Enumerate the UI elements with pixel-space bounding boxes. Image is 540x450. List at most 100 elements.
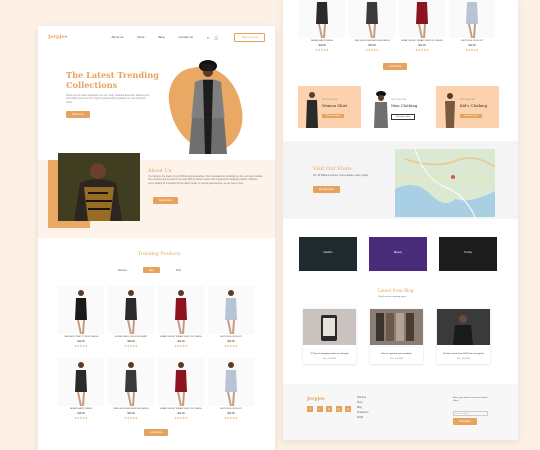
nav-link-blog[interactable]: Blog [159,35,165,39]
category-women-button[interactable]: Discover more [322,114,345,118]
blog-card[interactable]: Fashion trends from 2020 that are popula… [437,309,490,364]
landing-page-right: DENIM SHIRT DRESS $18.99 ★★★★★ ONE SHOULDER… [283,0,518,440]
about-text: Your fashion, the dream of our clothing … [148,176,264,185]
product-name: ONE SHOULDER MINI SEQUENCE [113,408,149,410]
category-kids-button[interactable]: Discover more [460,114,483,118]
about-read-more-button[interactable]: Read more [153,197,178,204]
product-rating: ★★★★★ [124,415,138,420]
video-beauty[interactable]: Beauty [369,237,427,271]
right-load-more-button[interactable]: Load More [383,63,408,70]
store-map[interactable] [395,149,495,217]
product-name: DENIM SHIRT DRESS [69,408,93,410]
video-fashion-label: Fashion [323,251,333,254]
search-icon[interactable]: ⌕ [207,35,209,40]
product-card[interactable]: ONE SHOULDER MINI SEQUENCE $25.99 ★★★★★ [349,0,395,52]
product-card[interactable]: LAYTON SLOUCH FIT $22.99 ★★★★★ [208,286,254,348]
product-price: $22.99 [227,339,235,343]
product-price: $24.99 [177,339,185,343]
footer-link-store[interactable]: Store [357,402,368,404]
category-banners: UP TO 50% OFF Women Shirt Discover more … [298,86,499,128]
category-men[interactable]: UP TO 50% OFF Men Clothing Discover more [367,86,430,128]
twitter-icon[interactable]: t [316,406,323,412]
footer-link-blog[interactable]: Blog [357,407,368,409]
footer-logo[interactable]: Jerpjes [307,397,325,402]
blog-card[interactable]: How to organize your wardrobe Dec. 10,20… [370,309,423,364]
blog-title: Latest from Blog [378,288,414,293]
product-card[interactable]: ONE NECK PRETTY NICE DRESS $19.99 ★★★★★ [58,286,104,348]
product-rating: ★★★★★ [74,343,88,348]
product-card[interactable]: WRAP VELVET WRAPOVER VOL DRESS $24.99 ★★★★… [158,286,204,348]
facebook-icon[interactable]: f [307,406,313,412]
blog-post-date: Dec. 10,2020 [322,358,336,360]
hero-title: The Latest Trending Collections [66,70,159,90]
product-card[interactable]: WRAP VELVET WRAPOVER VOL DRESS $24.99 ★★★★… [158,358,204,420]
video-fashion[interactable]: Fashion [299,237,357,271]
hero-shop-button[interactable]: Shop now [66,111,90,118]
blog-post-title: How to organize your wardrobe [381,353,412,355]
product-rating: ★★★★★ [74,415,88,420]
men-model-image [374,91,388,128]
social-links: f t in ig yt [307,406,351,412]
footer-link-faqs[interactable]: FAQS [357,417,368,419]
product-name: WRAP VELVET WRAPOVER VOL DRESS [160,408,202,410]
nav-link-about[interactable]: About us [111,35,123,39]
nav-link-store[interactable]: Store [137,35,144,39]
product-name: ONE NECK PRETTY NICE DRESS [63,336,99,338]
hero-model-image [189,60,227,154]
blog-image-shopping [303,309,356,345]
tab-men[interactable]: Men [142,267,160,273]
footer-links: About us Store Blog Contact Us FAQS [357,397,368,419]
product-card[interactable]: DENIM SHIRT DRESS $18.99 ★★★★★ [299,0,345,52]
video-trendy[interactable]: Trendy [439,237,497,271]
category-kids[interactable]: UP TO 40% OFF Kid's Clothing Discover mo… [436,86,499,128]
product-price: $19.99 [77,339,85,343]
product-card[interactable]: LAYTON SLOUCH FIT $22.99 ★★★★★ [449,0,495,52]
product-image [366,2,378,38]
hero-section: The Latest Trending Collections Check ou… [38,44,275,159]
get-direction-button[interactable]: Get Direction [313,186,341,193]
signup-button[interactable]: Sign up now [234,32,265,42]
category-women-name: Women Shirt [322,103,348,108]
nav-link-contact[interactable]: Contact us [179,35,193,39]
category-kids-label: UP TO 40% OFF [460,99,476,101]
linkedin-icon[interactable]: in [326,406,332,412]
video-beauty-label: Beauty [393,251,403,254]
tab-kids[interactable]: Kids [170,267,187,273]
blog-subtitle: Check out our trending topics [378,296,407,298]
product-card[interactable]: ONE SHOULDER MINI SEQUENCE $25.99 ★★★★★ [108,358,154,420]
youtube-icon[interactable]: yt [345,406,351,412]
product-card[interactable]: LAYTON SLOUCH FIT $22.99 ★★★★★ [208,358,254,420]
product-image [175,362,187,406]
hero-description: Check out our latest collection from our… [66,94,150,104]
product-image [125,362,137,406]
video-gallery: Fashion Beauty Trendy [299,237,497,271]
instagram-icon[interactable]: ig [335,406,342,412]
load-more-button[interactable]: Load More [144,429,169,436]
product-rating: ★★★★★ [365,47,379,52]
footer-link-contact[interactable]: Contact Us [357,412,368,414]
category-men-button[interactable]: Discover more [391,114,416,120]
tab-women[interactable]: Women [112,267,133,273]
product-photo [158,358,204,406]
product-price: $24.99 [418,43,426,47]
subscribe-button[interactable]: Subscribe [453,418,477,425]
product-name: BOXER ONE LONG LOW SHIRT [114,336,148,338]
email-input[interactable]: Enter your Email [453,411,488,416]
product-image [75,362,87,406]
category-kids-name: Kid's Clothing [460,103,488,108]
product-rating: ★★★★★ [224,415,238,420]
brand-logo[interactable]: Jerpjes [48,34,67,40]
product-price: $22.99 [468,43,476,47]
product-image [466,2,478,38]
footer-link-about[interactable]: About us [357,397,368,399]
cart-icon[interactable]: 🛒 [214,35,219,40]
product-card[interactable]: DENIM SHIRT DRESS $18.99 ★★★★★ [58,358,104,420]
category-women[interactable]: UP TO 50% OFF Women Shirt Discover more [298,86,361,128]
site-footer: Jerpjes f t in ig yt About us Store Blog… [283,384,518,440]
blog-card[interactable]: 37 Tips for shopping online at a bargain… [303,309,356,364]
product-name: WRAP VELVET WRAPOVER VOL DRESS [401,40,443,42]
product-card[interactable]: WRAP VELVET WRAPOVER VOL DRESS $24.99 ★★★★… [399,0,445,52]
product-price: $25.99 [368,43,376,47]
product-rating: ★★★★★ [174,343,188,348]
product-card[interactable]: BOXER ONE LONG LOW SHIRT $29.99 ★★★★★ [108,286,154,348]
